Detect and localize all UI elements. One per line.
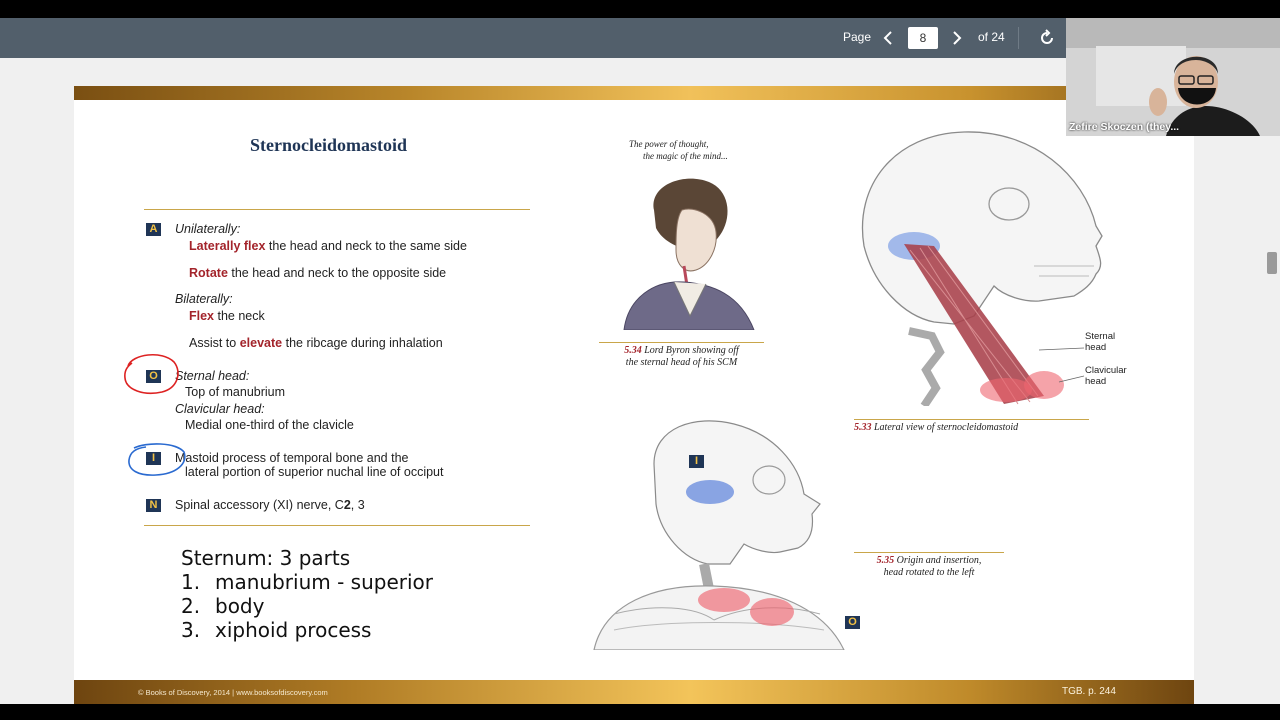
action-line-4: Assist to elevate the ribcage during inh…	[189, 336, 443, 350]
insertion-line-2: lateral portion of superior nuchal line …	[185, 465, 444, 479]
webcam-video-tile[interactable]: Zefire Skoczen (they...	[1066, 18, 1280, 136]
participant-video	[1066, 18, 1280, 136]
nerve-bold: 2	[343, 498, 351, 512]
action-line-2: Rotate the head and neck to the opposite…	[189, 266, 446, 280]
next-page-button[interactable]	[946, 27, 968, 49]
page-label: Page	[843, 30, 872, 44]
sternal-head-label: Sternal head:	[175, 369, 250, 383]
skeleton-origin-insertion-illustration	[593, 420, 845, 650]
nerve-text: Spinal accessory (XI) nerve, C	[175, 498, 344, 512]
action-line-3-highlight: Flex	[189, 309, 215, 323]
vertical-scrollbar-thumb[interactable]	[1267, 252, 1277, 274]
insertion-line-1: Mastoid process of temporal bone and the	[175, 451, 409, 465]
lord-byron-illustration	[623, 178, 755, 330]
fig-534-line-1: Lord Byron showing off	[641, 345, 739, 356]
fig-534-rule	[599, 342, 764, 343]
fig-535-rule	[854, 552, 1004, 553]
action-line-1-text: the head and neck to the same side	[265, 239, 467, 253]
divider-top	[144, 209, 530, 210]
clavicular-callout-line-2: head	[1085, 376, 1107, 387]
lateral-skull-illustration	[861, 131, 1103, 406]
divider-bottom	[144, 525, 530, 526]
slide-page: Sternocleidomastoid A Unilaterally: Late…	[74, 86, 1194, 704]
action-line-4-highlight: elevate	[239, 336, 283, 350]
top-letterbox	[0, 0, 1280, 18]
action-line-4-text: the ribcage during inhalation	[282, 336, 443, 350]
nerve-line: Spinal accessory (XI) nerve, C2, 3	[175, 498, 365, 512]
action-line-3-text: the neck	[214, 309, 265, 323]
fig-533-number: 5.33	[854, 422, 872, 433]
fig-535-line-1: Origin and insertion,	[894, 555, 982, 566]
fig-533-rule	[854, 419, 1089, 420]
unilaterally-label: Unilaterally:	[175, 222, 241, 236]
rotate-icon	[1041, 29, 1053, 44]
notes-item-3-text: xiphoid process	[215, 618, 372, 642]
notes-item-3-number: 3.	[181, 618, 201, 642]
bilaterally-label: Bilaterally:	[175, 292, 233, 306]
bottom-letterbox	[0, 704, 1280, 720]
clavicular-callout-line-1: Clavicular	[1085, 365, 1127, 376]
clavicular-head-callout: Clavicular head	[1085, 365, 1127, 387]
fig-533-text: Lateral view of sternocleidomastoid	[871, 422, 1019, 433]
page-count: of 24	[978, 30, 1005, 44]
fig-535-number: 5.35	[876, 555, 895, 566]
fig-534-caption: 5.34 Lord Byron showing off the sternal h…	[594, 345, 769, 369]
actions-badge: A	[146, 223, 161, 236]
action-line-3: Flex the neck	[189, 309, 265, 323]
footer-page-ref: TGB. p. 244	[1062, 686, 1116, 697]
notes-heading: Sternum: 3 parts	[181, 546, 351, 570]
sternal-head-callout: Sternal head	[1085, 331, 1115, 353]
notes-item-1: 1. manubrium - superior	[181, 570, 433, 594]
slide-title: Sternocleidomastoid	[250, 135, 407, 155]
fig-535-caption: 5.35 Origin and insertion, head rotated t…	[849, 555, 1009, 579]
byron-quote: The power of thought, the magic of the mi…	[629, 138, 728, 162]
fig-533-caption: 5.33 Lateral view of sternocleidomastoid	[854, 422, 1018, 434]
fig-534-number: 5.34	[624, 345, 642, 356]
slide-header-bar	[74, 86, 1194, 100]
notes-item-2-number: 2.	[181, 594, 201, 618]
notes-item-1-text: manubrium - superior	[215, 570, 433, 594]
toolbar-divider	[1018, 27, 1019, 49]
blue-annotation-circle	[128, 443, 186, 476]
footer-copyright: © Books of Discovery, 2014 | www.booksof…	[138, 688, 328, 697]
fig-534-line-2: the sternal head of his SCM	[625, 357, 738, 368]
notes-item-1-number: 1.	[181, 570, 201, 594]
byron-quote-line-1: The power of thought,	[629, 139, 709, 149]
notes-item-3: 3. xiphoid process	[181, 618, 371, 642]
byron-quote-line-2: the magic of the mind...	[643, 151, 728, 161]
clavicular-head-detail: Medial one-third of the clavicle	[185, 418, 354, 432]
fig-535-line-2: head rotated to the left	[883, 567, 975, 578]
participant-name: Zefire Skoczen (they...	[1069, 121, 1180, 133]
notes-item-2: 2. body	[181, 594, 264, 618]
red-annotation-circle	[124, 354, 179, 394]
action-line-4-pre: Assist to	[189, 336, 240, 350]
figure-insertion-badge: I	[689, 455, 704, 468]
page-number-input[interactable]	[908, 27, 938, 49]
rotate-button[interactable]	[1036, 27, 1058, 49]
nerve-badge: N	[146, 499, 161, 512]
action-line-1-highlight: Laterally flex	[189, 239, 266, 253]
action-line-2-highlight: Rotate	[189, 266, 228, 280]
figure-origin-badge: O	[845, 616, 860, 629]
nerve-text-end: , 3	[350, 498, 365, 512]
sternal-head-detail: Top of manubrium	[185, 385, 286, 399]
chevron-left-icon	[883, 31, 892, 45]
chevron-right-icon	[953, 31, 962, 45]
previous-page-button[interactable]	[877, 27, 899, 49]
sternal-callout-line-2: head	[1085, 342, 1107, 353]
action-line-2-text: the head and neck to the opposite side	[227, 266, 447, 280]
action-line-1: Laterally flex the head and neck to the …	[189, 239, 467, 253]
sternal-callout-line-1: Sternal	[1085, 331, 1116, 342]
notes-item-2-text: body	[215, 594, 265, 618]
clavicular-head-label: Clavicular head:	[175, 402, 265, 416]
